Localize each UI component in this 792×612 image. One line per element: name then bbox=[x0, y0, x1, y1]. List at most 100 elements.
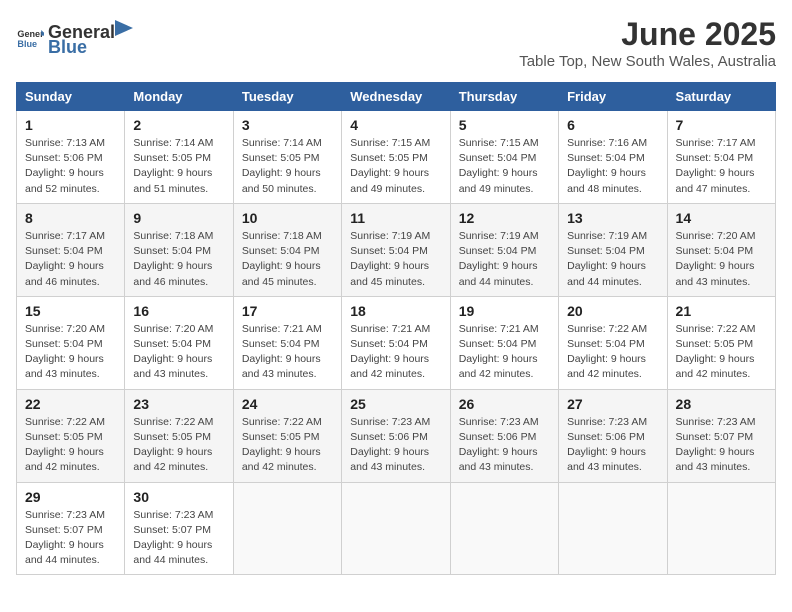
day-number: 16 bbox=[133, 303, 224, 319]
day-info: Sunrise: 7:18 AM Sunset: 5:04 PM Dayligh… bbox=[242, 229, 333, 290]
day-info: Sunrise: 7:13 AM Sunset: 5:06 PM Dayligh… bbox=[25, 136, 116, 197]
day-cell: 5 Sunrise: 7:15 AM Sunset: 5:04 PM Dayli… bbox=[450, 111, 558, 204]
th-friday: Friday bbox=[559, 83, 667, 111]
day-cell: 16 Sunrise: 7:20 AM Sunset: 5:04 PM Dayl… bbox=[125, 296, 233, 389]
day-cell: 3 Sunrise: 7:14 AM Sunset: 5:05 PM Dayli… bbox=[233, 111, 341, 204]
location-title: Table Top, New South Wales, Australia bbox=[519, 53, 776, 70]
month-title: June 2025 bbox=[519, 16, 776, 53]
day-info: Sunrise: 7:21 AM Sunset: 5:04 PM Dayligh… bbox=[350, 322, 441, 383]
logo: General Blue General Blue bbox=[16, 16, 133, 58]
day-cell: 10 Sunrise: 7:18 AM Sunset: 5:04 PM Dayl… bbox=[233, 203, 341, 296]
day-number: 23 bbox=[133, 396, 224, 412]
day-number: 22 bbox=[25, 396, 116, 412]
day-info: Sunrise: 7:23 AM Sunset: 5:06 PM Dayligh… bbox=[567, 415, 658, 476]
day-info: Sunrise: 7:23 AM Sunset: 5:07 PM Dayligh… bbox=[676, 415, 767, 476]
day-cell: 6 Sunrise: 7:16 AM Sunset: 5:04 PM Dayli… bbox=[559, 111, 667, 204]
calendar-table: Sunday Monday Tuesday Wednesday Thursday… bbox=[16, 82, 776, 575]
week-row-5: 29 Sunrise: 7:23 AM Sunset: 5:07 PM Dayl… bbox=[17, 482, 776, 575]
day-info: Sunrise: 7:22 AM Sunset: 5:04 PM Dayligh… bbox=[567, 322, 658, 383]
svg-text:General: General bbox=[17, 29, 44, 39]
day-number: 11 bbox=[350, 210, 441, 226]
day-info: Sunrise: 7:23 AM Sunset: 5:06 PM Dayligh… bbox=[350, 415, 441, 476]
day-info: Sunrise: 7:19 AM Sunset: 5:04 PM Dayligh… bbox=[567, 229, 658, 290]
th-wednesday: Wednesday bbox=[342, 83, 450, 111]
day-cell: 21 Sunrise: 7:22 AM Sunset: 5:05 PM Dayl… bbox=[667, 296, 775, 389]
day-number: 21 bbox=[676, 303, 767, 319]
day-cell: 1 Sunrise: 7:13 AM Sunset: 5:06 PM Dayli… bbox=[17, 111, 125, 204]
day-cell: 30 Sunrise: 7:23 AM Sunset: 5:07 PM Dayl… bbox=[125, 482, 233, 575]
day-cell bbox=[667, 482, 775, 575]
day-info: Sunrise: 7:23 AM Sunset: 5:07 PM Dayligh… bbox=[25, 508, 116, 569]
day-number: 17 bbox=[242, 303, 333, 319]
day-cell: 19 Sunrise: 7:21 AM Sunset: 5:04 PM Dayl… bbox=[450, 296, 558, 389]
day-number: 29 bbox=[25, 489, 116, 505]
week-row-4: 22 Sunrise: 7:22 AM Sunset: 5:05 PM Dayl… bbox=[17, 389, 776, 482]
week-row-1: 1 Sunrise: 7:13 AM Sunset: 5:06 PM Dayli… bbox=[17, 111, 776, 204]
day-info: Sunrise: 7:21 AM Sunset: 5:04 PM Dayligh… bbox=[242, 322, 333, 383]
day-number: 3 bbox=[242, 117, 333, 133]
day-number: 30 bbox=[133, 489, 224, 505]
day-number: 24 bbox=[242, 396, 333, 412]
day-cell: 22 Sunrise: 7:22 AM Sunset: 5:05 PM Dayl… bbox=[17, 389, 125, 482]
day-cell: 11 Sunrise: 7:19 AM Sunset: 5:04 PM Dayl… bbox=[342, 203, 450, 296]
day-cell: 28 Sunrise: 7:23 AM Sunset: 5:07 PM Dayl… bbox=[667, 389, 775, 482]
th-saturday: Saturday bbox=[667, 83, 775, 111]
day-number: 18 bbox=[350, 303, 441, 319]
day-cell: 20 Sunrise: 7:22 AM Sunset: 5:04 PM Dayl… bbox=[559, 296, 667, 389]
day-info: Sunrise: 7:15 AM Sunset: 5:04 PM Dayligh… bbox=[459, 136, 550, 197]
day-cell bbox=[342, 482, 450, 575]
day-cell: 24 Sunrise: 7:22 AM Sunset: 5:05 PM Dayl… bbox=[233, 389, 341, 482]
day-cell bbox=[450, 482, 558, 575]
day-info: Sunrise: 7:20 AM Sunset: 5:04 PM Dayligh… bbox=[676, 229, 767, 290]
day-info: Sunrise: 7:22 AM Sunset: 5:05 PM Dayligh… bbox=[133, 415, 224, 476]
day-cell: 8 Sunrise: 7:17 AM Sunset: 5:04 PM Dayli… bbox=[17, 203, 125, 296]
day-info: Sunrise: 7:21 AM Sunset: 5:04 PM Dayligh… bbox=[459, 322, 550, 383]
day-info: Sunrise: 7:17 AM Sunset: 5:04 PM Dayligh… bbox=[25, 229, 116, 290]
day-cell: 17 Sunrise: 7:21 AM Sunset: 5:04 PM Dayl… bbox=[233, 296, 341, 389]
day-cell: 25 Sunrise: 7:23 AM Sunset: 5:06 PM Dayl… bbox=[342, 389, 450, 482]
day-cell: 29 Sunrise: 7:23 AM Sunset: 5:07 PM Dayl… bbox=[17, 482, 125, 575]
th-monday: Monday bbox=[125, 83, 233, 111]
week-row-3: 15 Sunrise: 7:20 AM Sunset: 5:04 PM Dayl… bbox=[17, 296, 776, 389]
day-info: Sunrise: 7:20 AM Sunset: 5:04 PM Dayligh… bbox=[25, 322, 116, 383]
logo-arrow-icon bbox=[115, 16, 133, 38]
day-info: Sunrise: 7:15 AM Sunset: 5:05 PM Dayligh… bbox=[350, 136, 441, 197]
day-number: 1 bbox=[25, 117, 116, 133]
day-cell bbox=[233, 482, 341, 575]
day-cell bbox=[559, 482, 667, 575]
day-number: 8 bbox=[25, 210, 116, 226]
day-cell: 26 Sunrise: 7:23 AM Sunset: 5:06 PM Dayl… bbox=[450, 389, 558, 482]
day-info: Sunrise: 7:23 AM Sunset: 5:07 PM Dayligh… bbox=[133, 508, 224, 569]
day-number: 26 bbox=[459, 396, 550, 412]
day-info: Sunrise: 7:20 AM Sunset: 5:04 PM Dayligh… bbox=[133, 322, 224, 383]
day-cell: 13 Sunrise: 7:19 AM Sunset: 5:04 PM Dayl… bbox=[559, 203, 667, 296]
day-cell: 15 Sunrise: 7:20 AM Sunset: 5:04 PM Dayl… bbox=[17, 296, 125, 389]
day-number: 2 bbox=[133, 117, 224, 133]
day-cell: 23 Sunrise: 7:22 AM Sunset: 5:05 PM Dayl… bbox=[125, 389, 233, 482]
day-info: Sunrise: 7:18 AM Sunset: 5:04 PM Dayligh… bbox=[133, 229, 224, 290]
day-cell: 12 Sunrise: 7:19 AM Sunset: 5:04 PM Dayl… bbox=[450, 203, 558, 296]
week-row-2: 8 Sunrise: 7:17 AM Sunset: 5:04 PM Dayli… bbox=[17, 203, 776, 296]
day-number: 4 bbox=[350, 117, 441, 133]
day-number: 13 bbox=[567, 210, 658, 226]
svg-text:Blue: Blue bbox=[17, 39, 37, 49]
day-info: Sunrise: 7:22 AM Sunset: 5:05 PM Dayligh… bbox=[676, 322, 767, 383]
day-cell: 14 Sunrise: 7:20 AM Sunset: 5:04 PM Dayl… bbox=[667, 203, 775, 296]
day-info: Sunrise: 7:22 AM Sunset: 5:05 PM Dayligh… bbox=[242, 415, 333, 476]
day-number: 27 bbox=[567, 396, 658, 412]
day-info: Sunrise: 7:14 AM Sunset: 5:05 PM Dayligh… bbox=[242, 136, 333, 197]
day-cell: 18 Sunrise: 7:21 AM Sunset: 5:04 PM Dayl… bbox=[342, 296, 450, 389]
day-info: Sunrise: 7:22 AM Sunset: 5:05 PM Dayligh… bbox=[25, 415, 116, 476]
day-number: 20 bbox=[567, 303, 658, 319]
th-thursday: Thursday bbox=[450, 83, 558, 111]
title-area: June 2025 Table Top, New South Wales, Au… bbox=[519, 16, 776, 70]
day-number: 28 bbox=[676, 396, 767, 412]
day-info: Sunrise: 7:17 AM Sunset: 5:04 PM Dayligh… bbox=[676, 136, 767, 197]
day-info: Sunrise: 7:19 AM Sunset: 5:04 PM Dayligh… bbox=[350, 229, 441, 290]
day-number: 14 bbox=[676, 210, 767, 226]
day-cell: 9 Sunrise: 7:18 AM Sunset: 5:04 PM Dayli… bbox=[125, 203, 233, 296]
day-cell: 27 Sunrise: 7:23 AM Sunset: 5:06 PM Dayl… bbox=[559, 389, 667, 482]
day-number: 5 bbox=[459, 117, 550, 133]
day-cell: 2 Sunrise: 7:14 AM Sunset: 5:05 PM Dayli… bbox=[125, 111, 233, 204]
day-info: Sunrise: 7:16 AM Sunset: 5:04 PM Dayligh… bbox=[567, 136, 658, 197]
